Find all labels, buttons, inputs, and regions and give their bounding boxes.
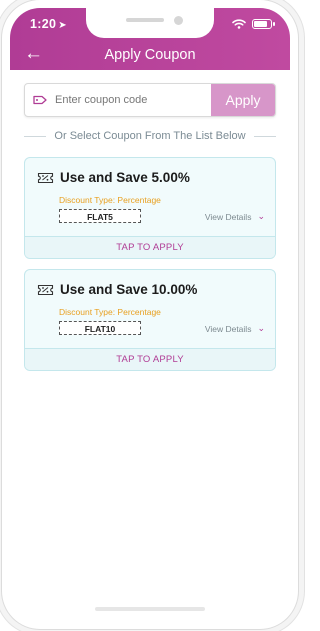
view-details-link[interactable]: View Details ⌄ — [205, 211, 265, 222]
divider-line — [253, 135, 277, 137]
status-icons — [232, 19, 275, 29]
battery-level — [254, 21, 267, 27]
view-details-label: View Details — [204, 323, 252, 334]
speaker-grille — [126, 18, 164, 22]
status-time-text: 1:20 — [30, 17, 57, 31]
battery-icon — [252, 19, 275, 29]
discount-type: Discount Type: Percentage — [59, 195, 161, 205]
title-bar: ← Apply Coupon — [10, 43, 290, 66]
app-screen: 1:20 ➤ ← Apply Coupon Enter coupon code … — [10, 8, 290, 621]
tap-to-apply-button[interactable]: TAP TO APPLY — [25, 236, 275, 258]
coupon-ticket-icon — [37, 284, 54, 295]
home-indicator — [95, 607, 205, 611]
app-header: 1:20 ➤ ← Apply Coupon — [10, 8, 290, 70]
tap-to-apply-button[interactable]: TAP TO APPLY — [25, 348, 275, 370]
status-time: 1:20 ➤ — [30, 17, 67, 31]
divider-line — [24, 135, 47, 137]
coupon-header: Use and Save 10.00% — [37, 282, 197, 297]
apply-button[interactable]: Apply — [211, 84, 275, 116]
tag-icon — [25, 84, 55, 116]
device-notch — [86, 8, 214, 38]
coupon-code: FLAT5 — [59, 209, 141, 223]
coupon-title: Use and Save 10.00% — [60, 282, 198, 297]
coupon-entry: Apply — [24, 83, 276, 117]
discount-type: Discount Type: Percentage — [59, 307, 161, 317]
location-arrow-icon: ➤ — [58, 20, 67, 31]
wifi-icon — [232, 19, 246, 29]
chevron-down-icon: ⌄ — [257, 323, 265, 333]
status-bar: 1:20 ➤ — [10, 8, 290, 38]
phone-frame: 1:20 ➤ ← Apply Coupon Enter coupon code … — [2, 0, 298, 629]
view-details-label: View Details — [204, 211, 252, 222]
coupon-code: FLAT10 — [59, 321, 141, 335]
chevron-down-icon: ⌄ — [257, 211, 265, 221]
divider-text: Or Select Coupon From The List Below — [54, 130, 246, 142]
page-title: Apply Coupon — [104, 47, 196, 63]
coupon-header: Use and Save 5.00% — [37, 170, 190, 185]
coupon-code-input[interactable] — [55, 84, 211, 116]
coupon-card: Use and Save 10.00% Discount Type: Perce… — [24, 269, 276, 371]
coupon-list-divider: Or Select Coupon From The List Below — [24, 128, 277, 144]
coupon-ticket-icon — [37, 172, 54, 183]
front-camera — [174, 16, 183, 25]
view-details-link[interactable]: View Details ⌄ — [205, 323, 265, 334]
coupon-card: Use and Save 5.00% Discount Type: Percen… — [24, 157, 276, 259]
coupon-title: Use and Save 5.00% — [60, 170, 190, 185]
